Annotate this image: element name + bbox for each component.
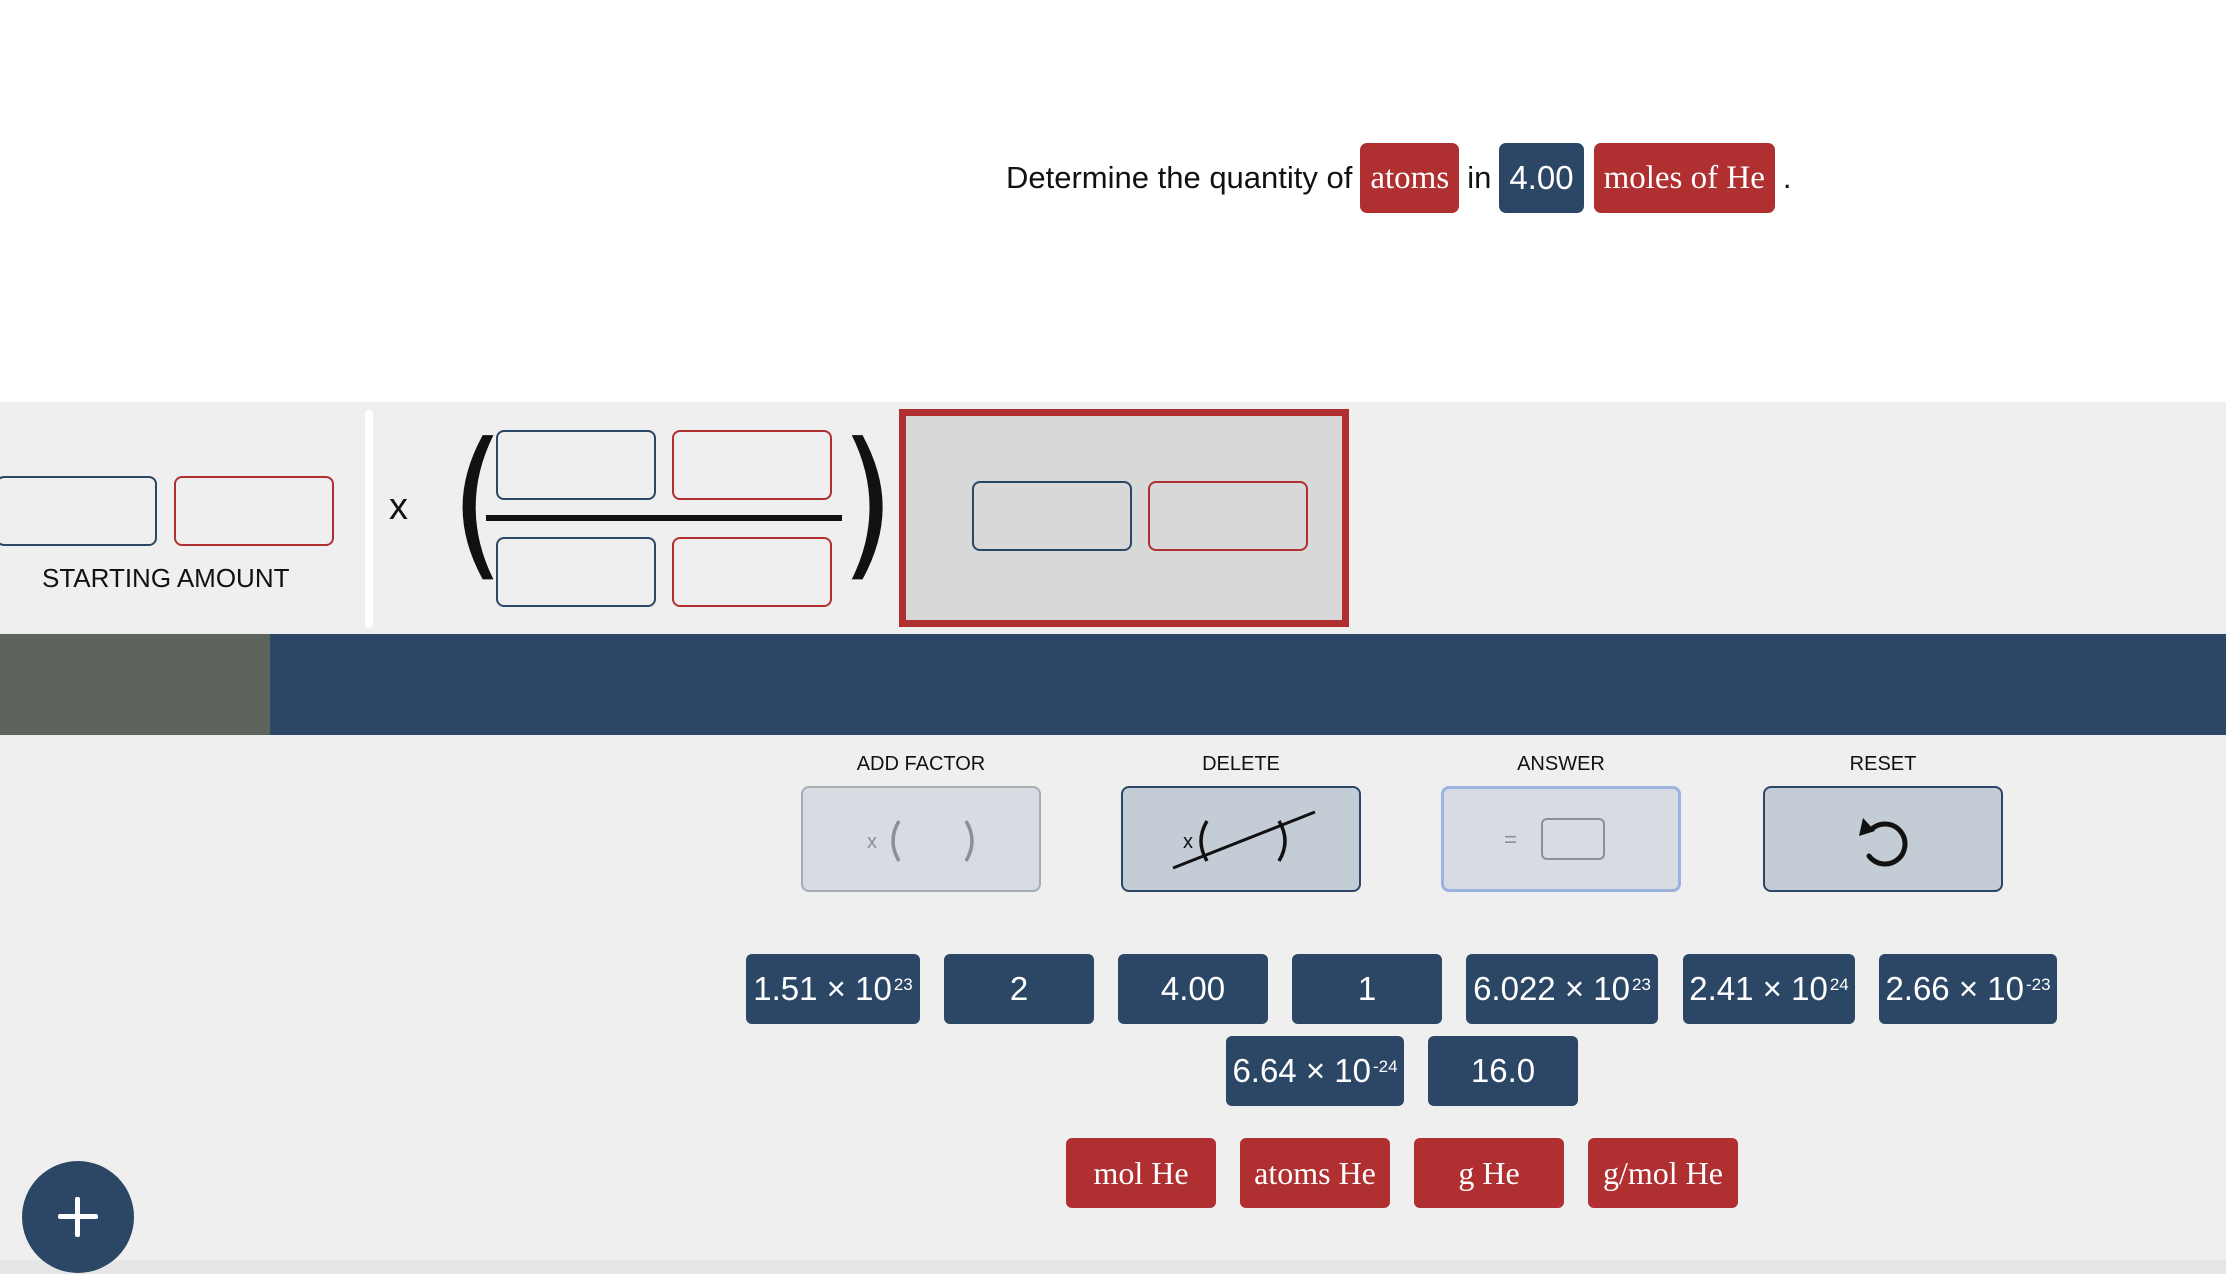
- number-tile-exponent: 23: [893, 975, 913, 994]
- question-connector: in: [1467, 160, 1492, 195]
- answer-label: ANSWER: [1517, 753, 1605, 775]
- question-prefix: Determine the quantity of: [1006, 160, 1353, 195]
- answer-icon-text: =: [1504, 827, 1517, 852]
- number-tile-mantissa: 1.51 × 10: [753, 970, 892, 1007]
- add-factor-label: ADD FACTOR: [856, 753, 986, 775]
- question-suffix: .: [1782, 160, 1792, 195]
- unit-tile[interactable]: mol He: [1066, 1138, 1216, 1208]
- starting-amount-divider: [365, 410, 373, 628]
- number-tile-exponent: -24: [1372, 1057, 1398, 1076]
- number-tile-mantissa: 2: [1009, 970, 1029, 1007]
- delete-factor-icon: x: [1172, 810, 1316, 870]
- number-tile-mantissa: 16.0: [1470, 1052, 1536, 1089]
- undo-icon: [1859, 818, 1908, 867]
- number-tile-mantissa: 2.66 × 10: [1885, 970, 2024, 1007]
- answer-value-slot[interactable]: [972, 481, 1132, 551]
- number-tile-mantissa: 4.00: [1160, 970, 1226, 1007]
- number-tile[interactable]: 6.022 × 10 23: [1466, 954, 1658, 1024]
- answer-box: [899, 409, 1349, 627]
- add-factor-button[interactable]: x: [801, 786, 1041, 892]
- unit-tile[interactable]: g He: [1414, 1138, 1564, 1208]
- question-prompt: Determine the quantity of atoms in 4.00 …: [1003, 143, 1794, 213]
- number-tile[interactable]: 2.41 × 10 24: [1683, 954, 1855, 1024]
- starting-amount-value-slot[interactable]: [0, 476, 157, 546]
- given-amount-chip: 4.00: [1499, 143, 1584, 213]
- number-tile-mantissa: 6.64 × 10: [1232, 1052, 1371, 1089]
- number-tile[interactable]: 4.00: [1118, 954, 1268, 1024]
- number-tile[interactable]: 2: [944, 954, 1094, 1024]
- numerator-unit-slot[interactable]: [672, 430, 832, 500]
- plus-icon[interactable]: [22, 1161, 134, 1273]
- number-tile[interactable]: 1.51 × 10 23: [746, 954, 920, 1024]
- number-tile[interactable]: 1: [1292, 954, 1442, 1024]
- number-tile-mantissa: 1: [1357, 970, 1377, 1007]
- add-factor-icon: x: [867, 820, 974, 862]
- starting-amount-label: STARTING AMOUNT: [42, 563, 290, 593]
- unit-tile[interactable]: atoms He: [1240, 1138, 1390, 1208]
- target-unit-chip: atoms: [1360, 143, 1460, 213]
- number-tile[interactable]: 16.0: [1428, 1036, 1578, 1106]
- number-tile-exponent: 24: [1829, 975, 1849, 994]
- given-unit-chip: moles of He: [1593, 143, 1775, 213]
- divider-band-left: [0, 634, 270, 735]
- number-tile-exponent: 23: [1631, 975, 1651, 994]
- divider-band: [0, 634, 2226, 735]
- reset-button[interactable]: [1763, 786, 2003, 892]
- close-paren: ): [840, 409, 895, 597]
- number-tile[interactable]: 6.64 × 10 -24: [1226, 1036, 1404, 1106]
- fraction-bar: [486, 515, 842, 521]
- delete-icon-text: x: [1183, 831, 1193, 853]
- multiply-symbol: x: [389, 486, 408, 528]
- answer-icon: =: [1504, 818, 1605, 860]
- number-tile-exponent: -23: [2025, 975, 2051, 994]
- delete-factor-button[interactable]: x: [1121, 786, 1361, 892]
- unit-tile[interactable]: g/mol He: [1588, 1138, 1738, 1208]
- denominator-unit-slot[interactable]: [672, 537, 832, 607]
- add-factor-icon-text: x: [867, 831, 877, 853]
- numerator-value-slot[interactable]: [496, 430, 656, 500]
- footer-strip: [0, 1260, 2226, 1274]
- number-tile-mantissa: 6.022 × 10: [1473, 970, 1630, 1007]
- reset-label: RESET: [1849, 753, 1917, 775]
- answer-unit-slot[interactable]: [1148, 481, 1308, 551]
- delete-label: DELETE: [1202, 753, 1280, 775]
- starting-amount-unit-slot[interactable]: [174, 476, 334, 546]
- number-tile-mantissa: 2.41 × 10: [1689, 970, 1828, 1007]
- answer-button[interactable]: =: [1441, 786, 1681, 892]
- denominator-value-slot[interactable]: [496, 537, 656, 607]
- number-tile[interactable]: 2.66 × 10 -23: [1879, 954, 2057, 1024]
